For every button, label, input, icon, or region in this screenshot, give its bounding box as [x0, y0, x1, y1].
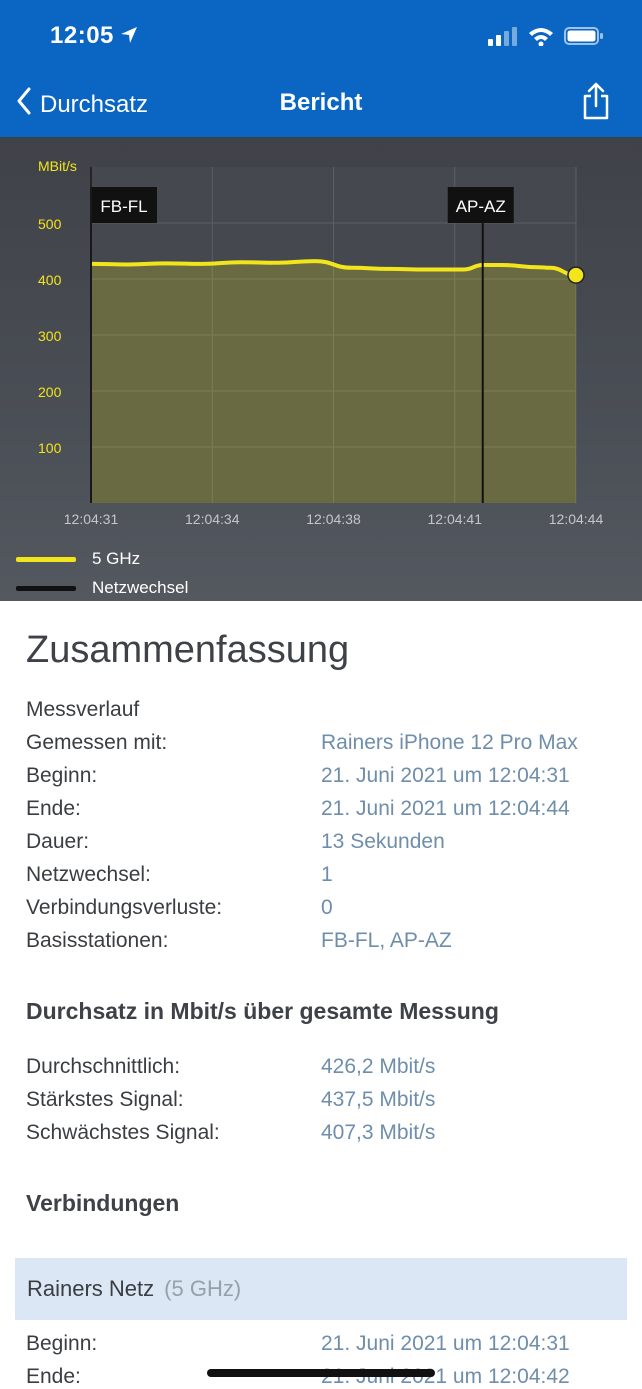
y-tick-label: 300 [38, 328, 62, 344]
legend-swatch [16, 556, 76, 562]
y-tick-label: 400 [38, 272, 62, 288]
legend-item-5ghz: 5 GHz [16, 549, 140, 569]
share-button[interactable] [582, 82, 610, 125]
row-label: Ende: [26, 797, 81, 820]
row-value: 0 [321, 896, 333, 919]
row-value: 437,5 Mbit/s [321, 1088, 436, 1111]
y-axis-label: MBit/s [38, 158, 77, 174]
row-label: Durchschnittlich: [26, 1055, 181, 1078]
share-icon [582, 82, 610, 124]
summary-title: Zusammenfassung [26, 629, 350, 671]
legend-swatch [16, 585, 76, 591]
x-tick-label: 12:04:34 [185, 511, 240, 527]
wifi-icon [528, 26, 554, 51]
row-label: Beginn: [26, 764, 98, 787]
series-end-point [567, 266, 585, 284]
row-label: Beginn: [26, 1332, 98, 1355]
chart-canvas: 100 200 300 400 500 MBit/s 12:04:31 12:04:34 12:… [38, 158, 604, 527]
connection-title: Rainers Netz (5 GHz) [27, 1276, 241, 1302]
x-tick-label: 12:04:41 [428, 511, 483, 527]
legend-item-netzwechsel: Netzwechsel [16, 578, 188, 598]
x-tick-label: 12:04:38 [306, 511, 361, 527]
row-label: Basisstationen: [26, 929, 169, 952]
connections-heading: Verbindungen [26, 1190, 180, 1216]
row-label: Stärkstes Signal: [26, 1088, 184, 1111]
row-value: 1 [321, 863, 333, 886]
y-tick-label: 500 [38, 216, 62, 232]
row-label: Verbindungsverluste: [26, 896, 223, 919]
throughput-chart: 100 200 300 400 500 MBit/s 12:04:31 12:04:34 12:… [0, 137, 642, 601]
row-value: Rainers iPhone 12 Pro Max [321, 731, 578, 754]
throughput-heading: Durchsatz in Mbit/s über gesamte Messung [26, 998, 499, 1024]
row-value: 13 Sekunden [321, 830, 445, 853]
legend-label: 5 GHz [92, 549, 141, 568]
connection-row[interactable]: Rainers Netz (5 GHz) [15, 1258, 627, 1320]
row-label: Dauer: [26, 830, 90, 853]
cellular-signal-icon [488, 26, 518, 51]
y-tick-label: 100 [38, 440, 62, 456]
row-value: 21. Juni 2021 um 12:04:44 [321, 797, 570, 820]
battery-icon [564, 26, 604, 51]
page-title: Bericht [279, 89, 363, 116]
section-label-messverlauf: Messverlauf [26, 698, 140, 721]
row-label: Schwächstes Signal: [26, 1121, 220, 1144]
row-value: 426,2 Mbit/s [321, 1055, 436, 1078]
row-value: 21. Juni 2021 um 12:04:31 [321, 1332, 570, 1355]
row-label: Netzwechsel: [26, 863, 151, 886]
x-tick-label: 12:04:44 [549, 511, 604, 527]
series-area [91, 261, 576, 503]
row-label: Ende: [26, 1365, 81, 1388]
row-value: 21. Juni 2021 um 12:04:31 [321, 764, 570, 787]
status-time: 12:05 [50, 22, 114, 49]
event-label: AP-AZ [456, 197, 506, 216]
row-value: 407,3 Mbit/s [321, 1121, 436, 1144]
row-value: FB-FL, AP-AZ [321, 929, 452, 952]
y-tick-label: 200 [38, 384, 62, 400]
header: 12:05 Durchsatz Bericht [0, 0, 642, 137]
x-tick-label: 12:04:31 [64, 511, 119, 527]
home-indicator [207, 1369, 435, 1377]
event-label: FB-FL [100, 197, 147, 216]
row-label: Gemessen mit: [26, 731, 168, 754]
connection-name: Rainers Netz [27, 1276, 155, 1301]
legend-label: Netzwechsel [92, 578, 189, 597]
connection-band: (5 GHz) [164, 1276, 242, 1301]
location-arrow-icon [120, 26, 138, 49]
status-icons [488, 26, 604, 51]
